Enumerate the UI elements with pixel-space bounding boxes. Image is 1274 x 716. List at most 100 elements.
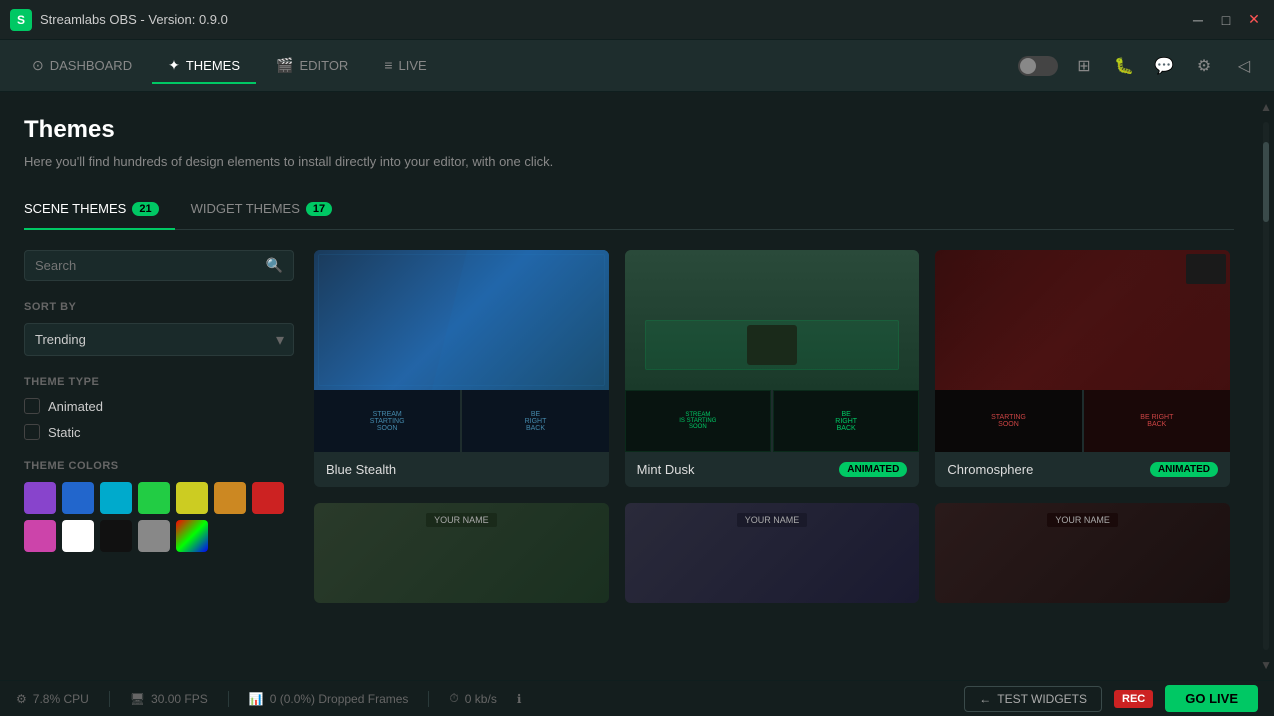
rec-badge: REC [1114, 690, 1153, 708]
theme-sub-image-2-mint-dusk: BERIGHTBACK [773, 390, 919, 452]
checkbox-static-box[interactable] [24, 424, 40, 440]
theme-partial3-img: YOUR NAME [935, 503, 1230, 603]
theme-main-image-mint-dusk [625, 250, 920, 390]
theme-tabs: SCENE THEMES 21 WIDGET THEMES 17 [24, 193, 1234, 230]
color-swatch-purple[interactable] [24, 482, 56, 514]
discord-button[interactable]: 💬 [1150, 52, 1178, 80]
theme-toggle[interactable] [1018, 56, 1058, 76]
status-sep-3 [428, 691, 429, 707]
theme-partial1-img: YOUR NAME [314, 503, 609, 603]
sort-select[interactable]: Trending Newest Popular [24, 323, 294, 356]
nav-label-dashboard: DASHBOARD [50, 58, 132, 73]
theme-name-mint-dusk: Mint Dusk [637, 462, 695, 477]
settings-button[interactable]: ⚙ [1190, 52, 1218, 80]
search-input[interactable] [35, 258, 258, 273]
theme-sub-images-chromosphere: STARTINGSOON BE RIGHTBACK [935, 390, 1230, 452]
bandwidth-icon: ⏱ [449, 691, 458, 706]
theme-card-mint-dusk[interactable]: STREAMIS STARTINGSOON BERIGHTBACK Mint D… [625, 250, 920, 487]
theme-card-footer-blue-stealth: Blue Stealth [314, 452, 609, 487]
theme-card-footer-mint-dusk: Mint Dusk ANIMATED [625, 452, 920, 487]
theme-sub-image-1-blue-stealth: STREAMSTARTINGSOON [314, 390, 460, 452]
nav-right-controls: ⊞ 🐛 💬 ⚙ ◁ [1018, 52, 1258, 80]
filter-sidebar: 🔍 SORT BY Trending Newest Popular [24, 250, 294, 680]
scrollbar-track [1263, 122, 1269, 650]
color-swatch-black[interactable] [100, 520, 132, 552]
test-widgets-label: TEST WIDGETS [997, 692, 1087, 706]
checkbox-animated[interactable]: Animated [24, 398, 294, 414]
nav-item-themes[interactable]: ✦ THEMES [152, 49, 256, 84]
color-swatch-multi[interactable] [176, 520, 208, 552]
theme-card-partial1[interactable]: YOUR NAME [314, 503, 609, 603]
checkbox-static[interactable]: Static [24, 424, 294, 440]
page-title: Themes [24, 116, 1234, 144]
theme-card-blue-stealth[interactable]: STREAMSTARTINGSOON BERIGHTBACK Blue Stea… [314, 250, 609, 487]
color-swatches [24, 482, 294, 552]
page-subtitle: Here you'll find hundreds of design elem… [24, 154, 1234, 169]
nav-item-dashboard[interactable]: ⊙ DASHBOARD [16, 49, 148, 84]
themes-layout: 🔍 SORT BY Trending Newest Popular [24, 250, 1234, 680]
test-widgets-button[interactable]: ← TEST WIDGETS [964, 686, 1102, 712]
maximize-button[interactable]: □ [1216, 10, 1236, 30]
live-icon: ≡ [384, 57, 392, 73]
grid-view-button[interactable]: ⊞ [1070, 52, 1098, 80]
checkbox-animated-box[interactable] [24, 398, 40, 414]
go-live-button[interactable]: GO LIVE [1165, 685, 1258, 712]
theme-type-section: THEME TYPE Animated Static [24, 376, 294, 440]
main-content: Themes Here you'll find hundreds of desi… [0, 92, 1274, 680]
content-panel: Themes Here you'll find hundreds of desi… [0, 92, 1258, 680]
theme-name-chromosphere: Chromosphere [947, 462, 1033, 477]
theme-main-image-chromosphere [935, 250, 1230, 390]
tab-widget-label: WIDGET THEMES [191, 201, 300, 216]
info-icon-item: ℹ [517, 692, 522, 706]
color-swatch-red[interactable] [252, 482, 284, 514]
bug-button[interactable]: 🐛 [1110, 52, 1138, 80]
scroll-down-arrow[interactable]: ▼ [1256, 654, 1274, 676]
sort-wrapper: Trending Newest Popular [24, 323, 294, 356]
sidebar-toggle-button[interactable]: ◁ [1230, 52, 1258, 80]
theme-sub-image-2-blue-stealth: BERIGHTBACK [462, 390, 608, 452]
dropped-value: 0 (0.0%) Dropped Frames [270, 692, 409, 706]
nav-item-live[interactable]: ≡ LIVE [368, 49, 442, 83]
nav-item-editor[interactable]: 🎬 EDITOR [260, 49, 364, 84]
dropped-icon: 📊 [249, 692, 264, 706]
color-swatch-orange[interactable] [214, 482, 246, 514]
theme-card-partial3[interactable]: YOUR NAME [935, 503, 1230, 603]
themes-grid: STREAMSTARTINGSOON BERIGHTBACK Blue Stea… [314, 250, 1230, 619]
dropped-status: 📊 0 (0.0%) Dropped Frames [249, 692, 409, 706]
search-icon: 🔍 [266, 257, 283, 274]
color-swatch-gray[interactable] [138, 520, 170, 552]
minimize-button[interactable]: ─ [1188, 10, 1208, 30]
theme-card-images-chromosphere: STARTINGSOON BE RIGHTBACK [935, 250, 1230, 452]
tab-widget-themes[interactable]: WIDGET THEMES 17 [191, 193, 349, 230]
color-swatch-pink[interactable] [24, 520, 56, 552]
theme-type-label: THEME TYPE [24, 376, 294, 388]
theme-sub-image-1-chromosphere: STARTINGSOON [935, 390, 1081, 452]
info-icon[interactable]: ℹ [517, 692, 522, 706]
dashboard-icon: ⊙ [32, 57, 44, 74]
status-bar: ⚙ 7.8% CPU 🖥 30.00 FPS 📊 0 (0.0%) Droppe… [0, 680, 1274, 716]
theme-colors-label: THEME COLORS [24, 460, 294, 472]
nav-label-themes: THEMES [186, 58, 240, 73]
nav-items: ⊙ DASHBOARD ✦ THEMES 🎬 EDITOR ≡ LIVE [16, 49, 1018, 83]
cpu-value: 7.8% CPU [33, 692, 89, 706]
tab-scene-label: SCENE THEMES [24, 201, 126, 216]
color-swatch-cyan[interactable] [100, 482, 132, 514]
tab-widget-badge: 17 [306, 202, 332, 216]
tab-scene-themes[interactable]: SCENE THEMES 21 [24, 193, 175, 230]
search-box[interactable]: 🔍 [24, 250, 294, 281]
color-swatch-yellow[interactable] [176, 482, 208, 514]
right-scrollbar: ▲ ▼ [1258, 92, 1274, 680]
scroll-up-arrow[interactable]: ▲ [1256, 96, 1274, 118]
themes-icon: ✦ [168, 57, 180, 74]
theme-card-partial2[interactable]: YOUR NAME [625, 503, 920, 603]
color-swatch-white[interactable] [62, 520, 94, 552]
color-swatch-blue[interactable] [62, 482, 94, 514]
color-swatch-green[interactable] [138, 482, 170, 514]
checkbox-static-label: Static [48, 425, 81, 440]
theme-sub-images-mint-dusk: STREAMIS STARTINGSOON BERIGHTBACK [625, 390, 920, 452]
close-button[interactable]: ✕ [1244, 10, 1264, 30]
status-sep-2 [228, 691, 229, 707]
cpu-icon: ⚙ [16, 692, 27, 706]
cpu-status: ⚙ 7.8% CPU [16, 692, 89, 706]
theme-card-chromosphere[interactable]: STARTINGSOON BE RIGHTBACK Chromosphere A… [935, 250, 1230, 487]
